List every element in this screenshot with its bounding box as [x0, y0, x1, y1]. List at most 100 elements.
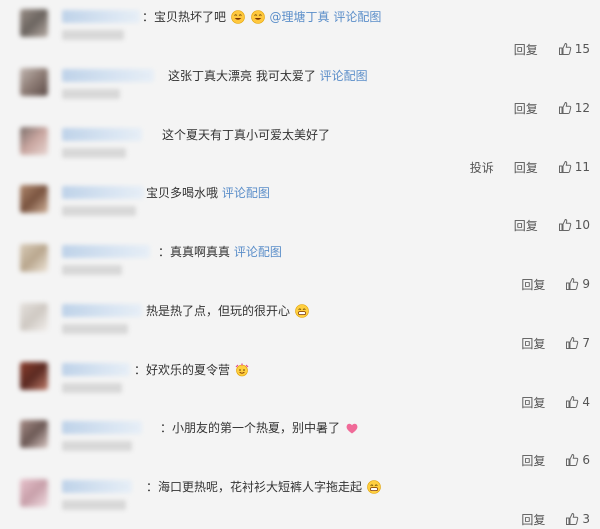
comment-item: 宝贝多喝水哦 评论配图 回复 10: [0, 176, 600, 235]
username-blurred[interactable]: [62, 10, 140, 23]
like-button[interactable]: 9: [565, 277, 590, 291]
comment-text: ：海口更热呢，花衬衫大短裤人字拖走起: [146, 480, 382, 494]
avatar[interactable]: [20, 362, 48, 390]
heart-emoji: [345, 421, 359, 435]
like-count: 3: [582, 512, 590, 526]
username-blurred[interactable]: [62, 421, 142, 434]
comment-item: ：小朋友的第一个热夏，别中暑了 回复 6: [0, 411, 600, 470]
reply-button[interactable]: 回复: [521, 511, 545, 528]
username-blurred[interactable]: [62, 363, 130, 376]
like-button[interactable]: 3: [565, 512, 590, 526]
meta-blurred: [62, 441, 132, 451]
thumbs-up-icon: [558, 218, 571, 231]
sweat-smile-emoji: [250, 10, 265, 24]
reply-button[interactable]: 回复: [514, 159, 538, 176]
comment-item: 这张丁真大漂亮 我可太爱了 评论配图 回复 12: [0, 59, 600, 118]
avatar[interactable]: [20, 420, 48, 448]
comment-image-link[interactable]: 评论配图: [320, 69, 368, 83]
comment-text: 宝贝多喝水哦 评论配图: [146, 186, 270, 200]
comment-actions: 回复 4: [521, 394, 590, 410]
reply-button[interactable]: 回复: [521, 335, 545, 352]
comment-image-link[interactable]: 评论配图: [222, 186, 270, 200]
meta-blurred: [62, 148, 126, 158]
comment-actions: 回复 3: [521, 511, 590, 527]
like-button[interactable]: 11: [558, 160, 590, 174]
reply-button[interactable]: 回复: [521, 452, 545, 469]
avatar[interactable]: [20, 303, 48, 331]
like-button[interactable]: 4: [565, 395, 590, 409]
comment-item: 这个夏天有丁真小可爱太美好了 投诉 回复 11: [0, 118, 600, 177]
report-button[interactable]: 投诉: [470, 159, 494, 176]
comment-actions: 回复 10: [514, 217, 590, 233]
comment-item: 热是热了点，但玩的很开心 回复 7: [0, 294, 600, 353]
grin-emoji: [367, 480, 381, 494]
avatar[interactable]: [20, 127, 48, 155]
avatar[interactable]: [20, 185, 48, 213]
comment-actions: 回复 12: [514, 100, 590, 116]
comment-text: ：小朋友的第一个热夏，别中暑了: [160, 421, 360, 435]
thumbs-up-icon: [566, 277, 579, 290]
like-count: 7: [582, 336, 590, 350]
avatar[interactable]: [20, 244, 48, 272]
username-blurred[interactable]: [62, 186, 144, 199]
mention-link[interactable]: @理塘丁真: [270, 10, 330, 24]
like-button[interactable]: 10: [558, 218, 590, 232]
username-blurred[interactable]: [62, 69, 154, 82]
reply-button[interactable]: 回复: [514, 41, 538, 58]
comment-actions: 回复 15: [514, 41, 590, 57]
like-count: 15: [574, 42, 590, 56]
like-count: 11: [574, 160, 590, 174]
like-count: 6: [582, 453, 590, 467]
avatar[interactable]: [20, 68, 48, 96]
comment-list: ：宝贝热坏了吧 @理塘丁真 评论配图 回复 15 这张丁真大漂亮 我可太爱了 评…: [0, 0, 600, 527]
meta-blurred: [62, 500, 126, 510]
meta-blurred: [62, 89, 120, 99]
comment-item: ：宝贝热坏了吧 @理塘丁真 评论配图 回复 15: [0, 0, 600, 59]
grin-emoji: [295, 304, 309, 318]
reply-button[interactable]: 回复: [514, 100, 538, 117]
meta-blurred: [62, 324, 128, 334]
comment-image-link[interactable]: 评论配图: [333, 10, 381, 24]
username-blurred[interactable]: [62, 245, 150, 258]
like-button[interactable]: 15: [558, 42, 590, 56]
reply-button[interactable]: 回复: [521, 394, 545, 411]
comment-item: ：好欢乐的夏令营 回复 4: [0, 353, 600, 412]
sweat-smile-emoji: [231, 10, 245, 24]
thumbs-up-icon: [566, 453, 579, 466]
reply-button[interactable]: 回复: [521, 276, 545, 293]
username-blurred[interactable]: [62, 304, 142, 317]
avatar[interactable]: [20, 9, 48, 37]
comment-text: 这张丁真大漂亮 我可太爱了 评论配图: [168, 69, 368, 83]
thumbs-up-icon: [566, 395, 579, 408]
comment-text: 热是热了点，但玩的很开心: [146, 304, 310, 318]
party-emoji: [235, 363, 249, 377]
like-count: 12: [574, 101, 590, 115]
comment-text: ：好欢乐的夏令营: [134, 363, 250, 377]
thumbs-up-icon: [558, 101, 571, 114]
like-count: 10: [574, 218, 590, 232]
avatar[interactable]: [20, 479, 48, 507]
like-button[interactable]: 6: [565, 453, 590, 467]
username-blurred[interactable]: [62, 480, 132, 493]
comment-actions: 回复 7: [521, 335, 590, 351]
comment-item: ：真真啊真真 评论配图 回复 9: [0, 235, 600, 294]
comment-text: ：宝贝热坏了吧 @理塘丁真 评论配图: [142, 10, 382, 24]
like-button[interactable]: 12: [558, 101, 590, 115]
meta-blurred: [62, 206, 136, 216]
thumbs-up-icon: [558, 42, 571, 55]
comment-actions: 回复 6: [521, 452, 590, 468]
like-button[interactable]: 7: [565, 336, 590, 350]
reply-button[interactable]: 回复: [514, 217, 538, 234]
username-blurred[interactable]: [62, 128, 142, 141]
comment-text: ：真真啊真真 评论配图: [158, 245, 282, 259]
meta-blurred: [62, 383, 122, 393]
comment-actions: 回复 9: [521, 276, 590, 292]
comment-actions: 投诉 回复 11: [470, 159, 590, 175]
meta-blurred: [62, 265, 122, 275]
thumbs-up-icon: [558, 160, 571, 173]
thumbs-up-icon: [566, 512, 579, 525]
meta-blurred: [62, 30, 124, 40]
comment-image-link[interactable]: 评论配图: [234, 245, 282, 259]
thumbs-up-icon: [566, 336, 579, 349]
comment-text: 这个夏天有丁真小可爱太美好了: [162, 128, 331, 142]
